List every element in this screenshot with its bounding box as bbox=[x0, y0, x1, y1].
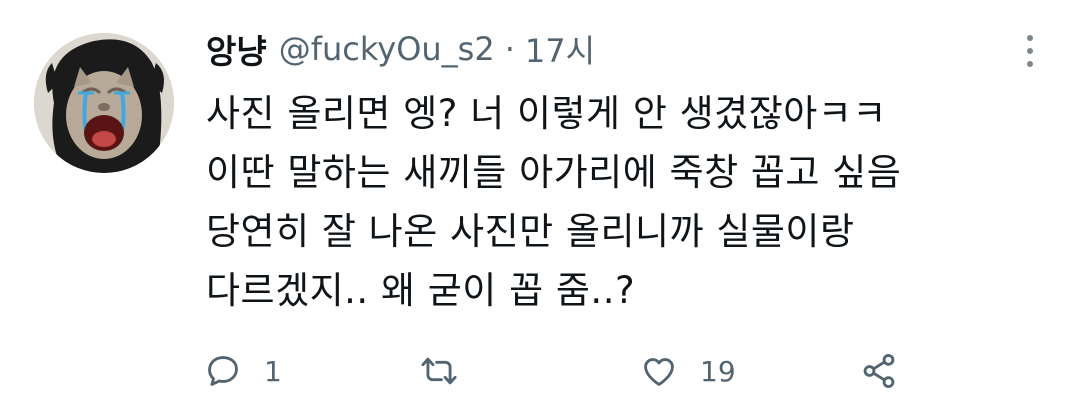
retweet-button[interactable] bbox=[420, 346, 480, 396]
tweet-header: 앙냥 @fuckyOu_s2 · 17시 bbox=[206, 24, 595, 74]
heart-icon bbox=[644, 358, 674, 386]
tweet-text-line: 사진 올리면 엥? 너 이렇게 안 생겼잖아ㅋㅋ bbox=[206, 92, 887, 135]
reply-button[interactable]: 1 bbox=[204, 346, 282, 396]
reply-count: 1 bbox=[264, 354, 282, 388]
like-count: 19 bbox=[700, 354, 736, 388]
avatar-image bbox=[34, 33, 174, 173]
more-dot-icon bbox=[1027, 61, 1033, 67]
tweet-text: 사진 올리면 엥? 너 이렇게 안 생겼잖아ㅋㅋ 이딴 말하는 새끼들 아가리에… bbox=[206, 84, 1036, 320]
tweet-time[interactable]: 17시 bbox=[525, 26, 595, 72]
reply-icon bbox=[208, 356, 238, 386]
more-options-button[interactable] bbox=[1010, 28, 1050, 74]
share-button[interactable] bbox=[860, 346, 898, 396]
tweet-text-line: 당연히 잘 나온 사진만 올리니까 실물이랑 bbox=[206, 210, 855, 253]
more-dot-icon bbox=[1027, 48, 1033, 54]
tweet-actions: 1 19 bbox=[204, 346, 924, 396]
more-dot-icon bbox=[1027, 35, 1033, 41]
share-icon bbox=[863, 354, 895, 388]
like-button[interactable]: 19 bbox=[640, 346, 736, 396]
tweet-text-line: 이딴 말하는 새끼들 아가리에 죽창 꼽고 싶음 bbox=[206, 151, 902, 194]
user-handle[interactable]: @fuckyOu_s2 bbox=[279, 30, 495, 68]
tweet-text-line: 다르겠지.. 왜 굳이 꼽 줌..? bbox=[206, 269, 636, 312]
retweet-icon bbox=[421, 357, 457, 385]
separator-dot: · bbox=[504, 30, 515, 68]
display-name[interactable]: 앙냥 bbox=[206, 25, 267, 73]
avatar[interactable] bbox=[34, 33, 174, 173]
